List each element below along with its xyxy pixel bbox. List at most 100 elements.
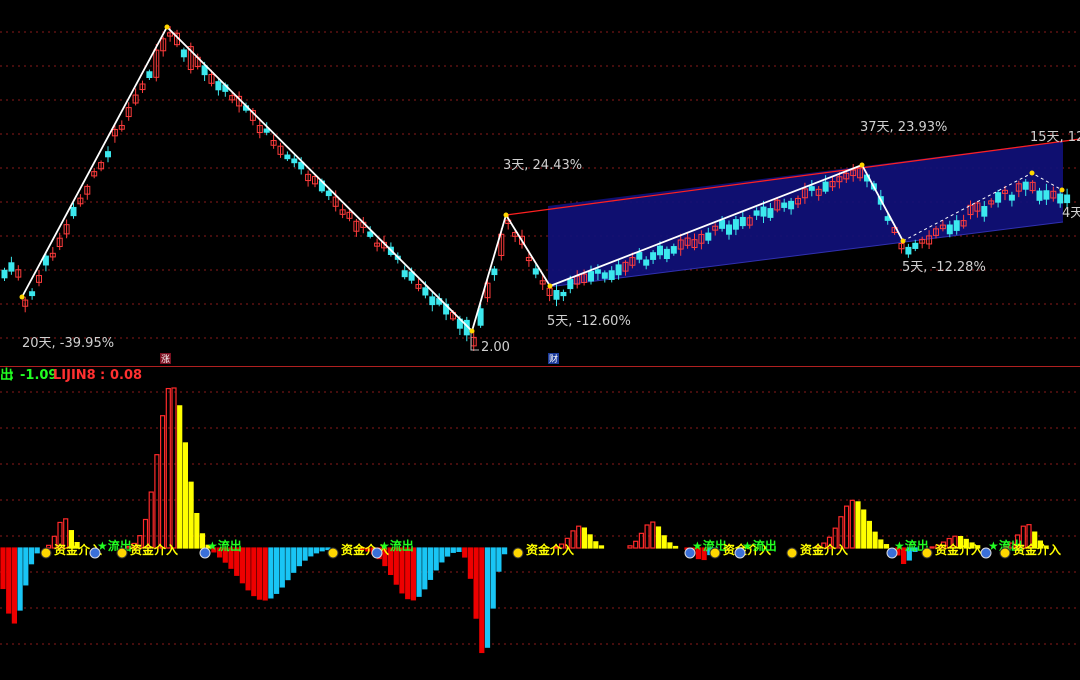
candle-body [367,231,374,237]
candle-body [643,259,650,266]
inflow-icon [999,547,1011,559]
flow-bar [34,547,40,554]
candle-body [477,308,484,326]
flow-bar [302,547,308,561]
candle-body [29,291,36,297]
candle-body [946,224,953,235]
candle-body [760,206,767,217]
candle-body [215,81,222,91]
flow-bar [496,547,502,572]
flow-bar [182,442,188,549]
candle-body [146,71,153,79]
event-marker-label: 涨 [161,354,170,365]
candle-body [401,270,408,278]
indicator-name: LIJIN8 [53,368,96,383]
flow-bar [393,547,399,585]
pivot-point [469,328,475,334]
inflow-icon [512,547,524,559]
indicator-separator: : [100,368,105,383]
flow-bar [17,547,23,611]
pivot-point [503,212,509,218]
flow-bar [883,544,890,549]
candle-body [912,242,919,249]
low-price-pointer [470,333,479,351]
zigzag-label: 20天, -39.95% [22,336,114,351]
pivot-point [547,283,553,289]
flow-bar [667,542,673,549]
flow-bar [274,547,280,594]
flow-bar [285,547,291,581]
flow-bar [473,547,479,619]
flow-bar [644,524,650,549]
pivot-point [1059,187,1065,193]
candle-body [1064,194,1071,204]
candle-body [657,245,663,256]
flow-bar [160,415,166,549]
candle-body [532,268,539,275]
inflow-label: 资金介入 [800,542,848,557]
candle-body [995,192,1002,203]
flow-bar [308,547,314,557]
flow-bar [661,535,667,549]
flow-bar [199,533,206,549]
flow-bar [313,547,320,554]
stock-chart: 20天, -39.95% 3天, 24.43% 5天, -12.60% 37天,… [0,24,1080,654]
flow-bar [296,547,302,567]
flow-bar [433,547,439,571]
flow-bar [445,547,451,557]
candle-body [1,269,8,279]
candle-body [70,206,77,217]
flow-bar [467,547,473,579]
pivot-point [900,238,906,244]
flow-bar [399,547,405,594]
zigzag-label: 5天, -12.60% [547,314,631,329]
candle-body [732,219,739,230]
candle-body [781,202,788,208]
candle-body [739,216,746,227]
inflow-icon [116,547,128,559]
inflow-label: 资金介入 [526,542,574,557]
inflow-icon [786,547,798,559]
flow-bar [929,546,935,549]
candle-body [608,270,615,280]
candle-body [663,248,670,260]
flow-bar [843,505,850,549]
candle-body [1008,194,1015,201]
flow-bar [638,532,645,549]
flow-bar [456,547,462,552]
indicator-value: 0.08 [110,368,142,383]
pivot-point [164,24,170,30]
flow-bar [245,547,251,591]
candle-body [1022,181,1029,190]
outflow-label: ★流出 [742,538,777,553]
zigzag-label: 5天, -12.28% [902,260,986,275]
candle-body [788,200,795,210]
inflow-icon [709,547,721,559]
candle-body [650,252,657,260]
flow-bar [878,539,884,549]
flow-bar [45,544,52,549]
candle-body [719,219,726,229]
flow-bar [416,547,422,597]
flow-bar [239,547,245,584]
inflow-icon [921,547,933,559]
flow-bar [872,531,878,549]
flow-bar [165,387,171,549]
candle-body [981,206,988,217]
outflow-label: ★流出 [379,538,414,553]
flow-bar [861,509,867,549]
capital-flow-histogram [0,387,1049,654]
candle-body [953,220,960,231]
flow-bar [655,526,662,549]
flow-bar [672,545,679,549]
candle-body [636,252,643,260]
flow-bar [593,541,599,549]
candle-body [726,224,732,235]
flow-bar [855,501,861,549]
candle-body [822,181,829,192]
flow-bar [154,454,160,549]
candle-body [588,271,594,282]
flow-bar [279,547,285,588]
candle-body [601,272,608,279]
flow-bar [23,547,29,586]
